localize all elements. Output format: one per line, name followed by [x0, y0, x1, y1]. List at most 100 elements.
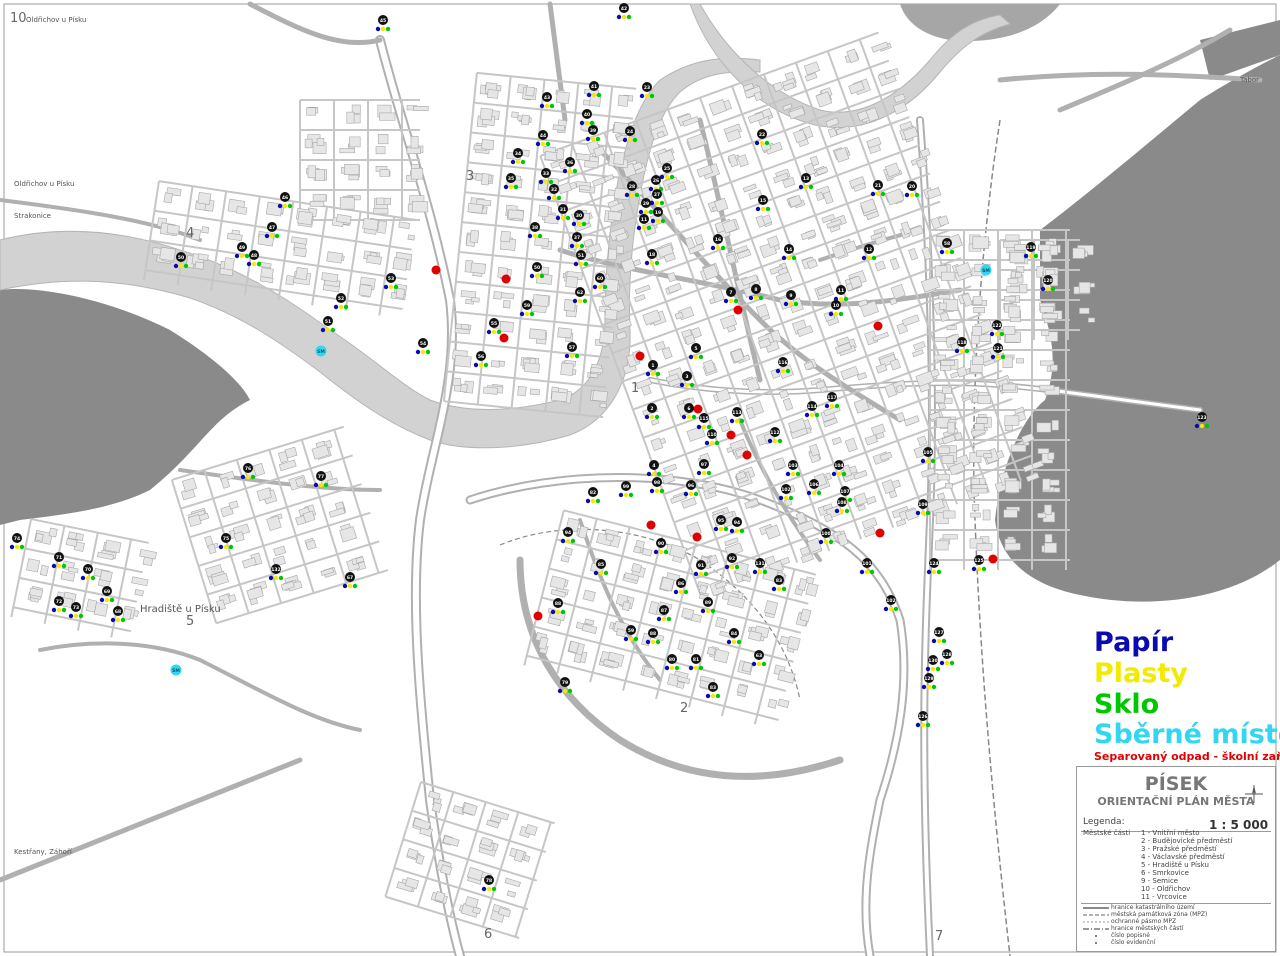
building	[479, 107, 493, 121]
building	[307, 165, 316, 179]
building	[1042, 478, 1051, 491]
building	[529, 388, 540, 396]
building	[379, 112, 396, 121]
papir-dot	[99, 597, 105, 603]
papir-dot	[824, 403, 830, 409]
school-marker[interactable]	[988, 554, 998, 564]
line-legend-item: ochranné pásmo MPZ	[1111, 918, 1177, 925]
papir-dot	[939, 249, 945, 255]
papir-dot	[473, 362, 479, 368]
plasty-dot	[515, 159, 521, 165]
plasty-dot	[760, 206, 766, 212]
plasty-dot	[944, 249, 950, 255]
school-marker[interactable]	[873, 321, 883, 331]
papir-dot	[246, 261, 252, 267]
point-number: 20	[909, 184, 915, 190]
point-number: 41	[591, 84, 597, 90]
sklo-dot	[981, 566, 987, 572]
papir-dot	[752, 569, 758, 575]
sklo-dot	[549, 103, 555, 109]
plasty-dot	[875, 191, 881, 197]
papir-dot	[510, 159, 516, 165]
building	[99, 569, 113, 583]
sklo-dot	[1033, 253, 1039, 259]
school-marker[interactable]	[501, 274, 511, 284]
legend-school: Separovaný odpad - školní zařízení	[1094, 750, 1280, 763]
school-marker[interactable]	[692, 532, 702, 542]
point-number: 36	[567, 160, 573, 166]
sklo-dot	[689, 382, 695, 388]
sklo-dot	[964, 348, 970, 354]
sklo-dot	[660, 218, 666, 224]
papir-dot	[931, 638, 937, 644]
plasty-dot	[654, 488, 660, 494]
school-marker[interactable]	[742, 450, 752, 460]
school-marker[interactable]	[635, 351, 645, 361]
plasty-dot	[757, 569, 763, 575]
plasty-dot	[866, 255, 872, 261]
point-number: 71	[56, 555, 62, 561]
building	[977, 394, 992, 404]
sklo-dot	[628, 492, 634, 498]
sklo-dot	[646, 225, 652, 231]
papir-dot	[920, 458, 926, 464]
collection-point[interactable]: SM	[980, 264, 992, 276]
collection-point[interactable]: SM	[315, 345, 327, 357]
point-number: 108	[837, 500, 846, 506]
plasty-dot	[223, 544, 229, 550]
building	[312, 194, 327, 202]
sklo-dot	[61, 563, 67, 569]
school-marker[interactable]	[726, 430, 736, 440]
papir-dot	[915, 510, 921, 516]
plasty-dot	[576, 221, 582, 227]
plasty-dot	[995, 354, 1001, 360]
school-marker[interactable]	[875, 528, 885, 538]
school-marker[interactable]	[733, 305, 743, 315]
sklo-dot	[683, 589, 689, 595]
school-marker[interactable]	[499, 333, 509, 343]
sklo-dot	[880, 191, 886, 197]
sklo-dot	[579, 243, 585, 249]
papir-dot	[926, 569, 932, 575]
point-number: 84	[731, 631, 737, 637]
plasty-dot	[178, 263, 184, 269]
school-marker[interactable]	[646, 520, 656, 530]
point-number: 50	[534, 265, 540, 271]
building	[1016, 358, 1024, 364]
sklo-dot	[589, 120, 595, 126]
point-number: 103	[788, 463, 797, 469]
point-number: 49	[239, 245, 245, 251]
sklo-dot	[120, 617, 126, 623]
school-marker[interactable]	[431, 265, 441, 275]
papir-dot	[527, 233, 533, 239]
school-marker[interactable]	[693, 404, 703, 414]
sklo-dot	[602, 284, 608, 290]
line-legend-item: hranice městských částí	[1111, 925, 1184, 932]
building	[741, 661, 753, 673]
point-number: 56	[478, 354, 484, 360]
plasty-dot	[478, 362, 484, 368]
school-marker[interactable]	[533, 611, 543, 621]
building	[236, 206, 248, 215]
legend-sklo: Sklo	[1094, 689, 1160, 720]
point-number: 115	[699, 416, 708, 422]
building	[407, 234, 415, 241]
building	[483, 386, 499, 395]
point-number: 128	[942, 652, 951, 658]
papir-dot	[646, 471, 652, 477]
papir-dot	[375, 26, 381, 32]
building	[487, 89, 499, 99]
point-number: 42	[621, 6, 627, 12]
plasty-dot	[577, 298, 583, 304]
papir-dot	[939, 660, 945, 666]
point-number: 10	[833, 303, 839, 309]
plasty-dot	[650, 371, 656, 377]
collection-point[interactable]: SM	[170, 664, 182, 676]
building	[490, 360, 501, 368]
plasty-dot	[73, 613, 79, 619]
district-number: 5	[186, 614, 194, 629]
plasty-dot	[888, 606, 894, 612]
point-number: 24	[627, 129, 633, 135]
plasty-dot	[325, 327, 331, 333]
point-number: 69	[104, 589, 110, 595]
